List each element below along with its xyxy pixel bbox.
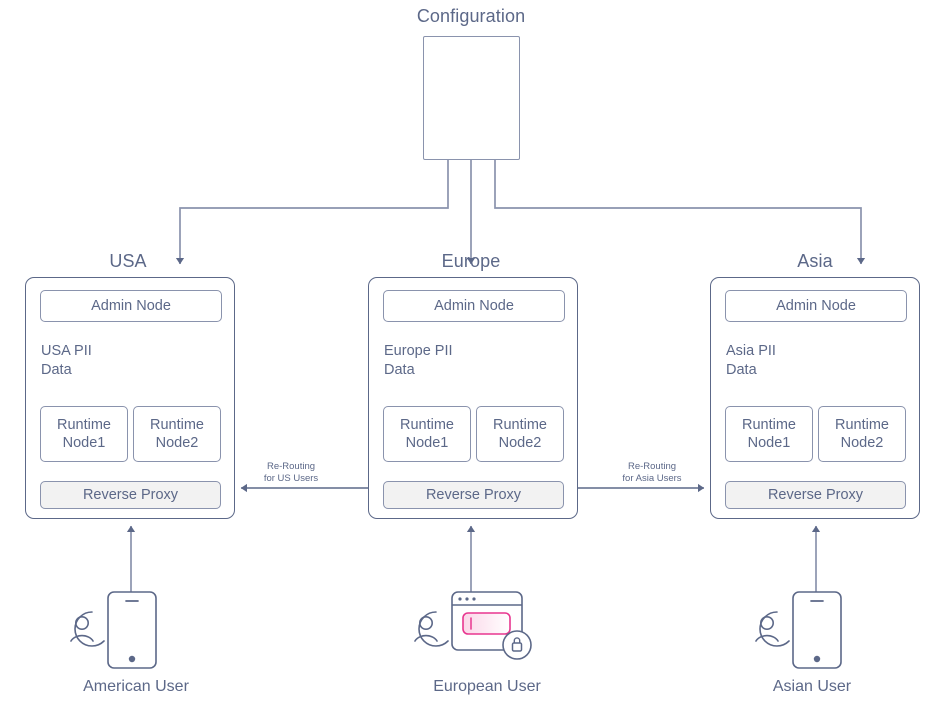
admin-node-usa[interactable]: Admin Node xyxy=(40,290,222,322)
user-label-american: American User xyxy=(83,678,189,695)
reroute-us-line2: for US Users xyxy=(263,472,319,484)
diagram-canvas: Configuration USA Admin Node USA PII Dat… xyxy=(0,0,944,725)
runtime-node1-asia[interactable]: Runtime Node1 xyxy=(725,406,813,462)
runtime-node2-line2-usa: Node2 xyxy=(155,435,199,451)
pii-label-line2-usa: Data xyxy=(41,361,72,378)
region-box-usa[interactable]: Admin Node USA PII Data Runtime Node1 Ru… xyxy=(25,277,235,519)
configuration-title: Configuration xyxy=(416,6,526,26)
runtime-node1-usa[interactable]: Runtime Node1 xyxy=(40,406,128,462)
admin-node-asia[interactable]: Admin Node xyxy=(725,290,907,322)
runtime-node1-label-asia: Runtime Node1 xyxy=(726,407,812,461)
reroute-label-us: Re-Routing for US Users xyxy=(243,461,339,485)
runtime-node1-line2-usa: Node1 xyxy=(62,435,106,451)
person-avatar-icon-american xyxy=(70,611,105,647)
runtime-node2-asia[interactable]: Runtime Node2 xyxy=(818,406,906,462)
pii-data-label-europe: Europe PII Data xyxy=(384,342,489,380)
runtime-node1-line2-europe: Node1 xyxy=(405,435,449,451)
reroute-label-asia: Re-Routing for Asia Users xyxy=(600,461,704,485)
runtime-node2-label-usa: Runtime Node2 xyxy=(134,407,220,461)
reroute-asia-line2: for Asia Users xyxy=(622,472,682,484)
region-title-usa: USA xyxy=(109,251,147,271)
pii-data-label-usa: USA PII Data xyxy=(41,342,146,380)
browser-window-lock-icon-european xyxy=(451,591,532,660)
pii-label-line2-asia: Data xyxy=(726,361,757,378)
runtime-node2-line2-asia: Node2 xyxy=(840,435,884,451)
user-label-european: European User xyxy=(433,678,541,695)
connector-config-to-asia xyxy=(494,160,866,265)
runtime-node1-line2-asia: Node1 xyxy=(747,435,791,451)
reroute-asia-line1: Re-Routing xyxy=(627,461,677,472)
configuration-box[interactable] xyxy=(423,36,520,160)
region-box-asia[interactable]: Admin Node Asia PII Data Runtime Node1 R… xyxy=(710,277,920,519)
user-label-asian: Asian User xyxy=(772,678,852,695)
runtime-node2-line1-asia: Runtime xyxy=(835,416,889,433)
mobile-device-icon-asian xyxy=(792,591,842,669)
region-title-asia: Asia xyxy=(797,251,833,271)
region-box-europe[interactable]: Admin Node Europe PII Data Runtime Node1… xyxy=(368,277,578,519)
pii-data-label-asia: Asia PII Data xyxy=(726,342,831,380)
runtime-node2-label-asia: Runtime Node2 xyxy=(819,407,905,461)
reverse-proxy-asia[interactable]: Reverse Proxy xyxy=(725,481,906,509)
reroute-us-line1: Re-Routing xyxy=(266,461,316,472)
mobile-device-icon-american xyxy=(107,591,157,669)
pii-label-line1-usa: USA PII xyxy=(41,343,92,359)
pii-label-line1-europe: Europe PII xyxy=(384,343,453,359)
runtime-node2-usa[interactable]: Runtime Node2 xyxy=(133,406,221,462)
pii-label-line1-asia: Asia PII xyxy=(726,343,776,359)
runtime-node1-line1-asia: Runtime xyxy=(742,416,796,433)
connector-config-to-usa xyxy=(175,160,449,265)
runtime-node1-line1-europe: Runtime xyxy=(400,416,454,433)
runtime-node1-label-usa: Runtime Node1 xyxy=(41,407,127,461)
runtime-node1-europe[interactable]: Runtime Node1 xyxy=(383,406,471,462)
runtime-node2-label-europe: Runtime Node2 xyxy=(477,407,563,461)
person-avatar-icon-asian xyxy=(755,611,790,647)
runtime-node2-line1-usa: Runtime xyxy=(150,416,204,433)
region-title-europe: Europe xyxy=(441,251,501,271)
person-avatar-icon-european xyxy=(414,611,449,647)
reverse-proxy-label-asia: Reverse Proxy xyxy=(767,486,864,503)
user-to-region-connectors xyxy=(126,525,821,592)
reverse-proxy-label-europe: Reverse Proxy xyxy=(425,486,522,503)
asian-user-icon-group xyxy=(755,591,842,669)
admin-node-europe[interactable]: Admin Node xyxy=(383,290,565,322)
american-user-icon-group xyxy=(70,591,157,669)
reverse-proxy-europe[interactable]: Reverse Proxy xyxy=(383,481,564,509)
config-to-regions-connectors xyxy=(175,160,866,265)
pii-label-line2-europe: Data xyxy=(384,361,415,378)
admin-node-label-europe: Admin Node xyxy=(434,297,514,314)
admin-node-label-usa: Admin Node xyxy=(91,297,171,314)
european-user-icon-group xyxy=(414,591,532,660)
runtime-node1-line1-usa: Runtime xyxy=(57,416,111,433)
reverse-proxy-usa[interactable]: Reverse Proxy xyxy=(40,481,221,509)
runtime-node1-label-europe: Runtime Node1 xyxy=(384,407,470,461)
runtime-node2-line2-europe: Node2 xyxy=(498,435,542,451)
runtime-node2-europe[interactable]: Runtime Node2 xyxy=(476,406,564,462)
runtime-node2-line1-europe: Runtime xyxy=(493,416,547,433)
admin-node-label-asia: Admin Node xyxy=(776,297,856,314)
reverse-proxy-label-usa: Reverse Proxy xyxy=(82,486,179,503)
